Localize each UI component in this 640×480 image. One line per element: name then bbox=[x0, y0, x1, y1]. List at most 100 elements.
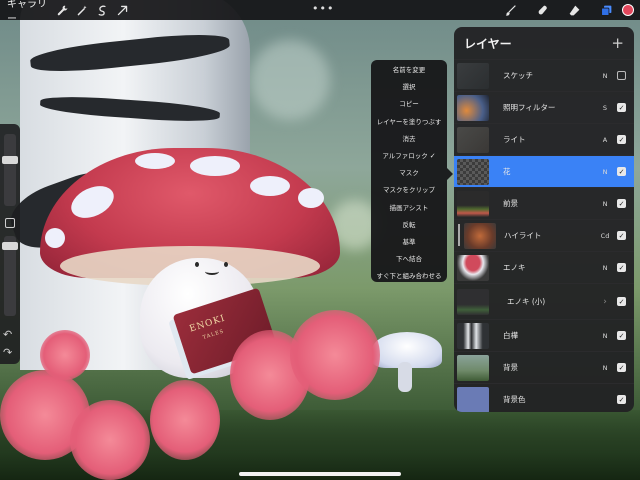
layers-header: レイヤー + bbox=[454, 27, 634, 59]
layer-thumbnail bbox=[457, 386, 489, 412]
cap-spot bbox=[45, 228, 65, 248]
brush-size-handle[interactable] bbox=[2, 156, 18, 164]
layer-group-row[interactable]: エノキ (小) › ✓ bbox=[454, 283, 634, 319]
opacity-handle[interactable] bbox=[2, 242, 18, 250]
layer-row[interactable]: 背景色 ✓ bbox=[454, 383, 634, 412]
cap-spot bbox=[66, 179, 119, 225]
visibility-checkbox[interactable]: ✓ bbox=[617, 103, 626, 112]
visibility-checkbox[interactable]: ✓ bbox=[617, 167, 626, 176]
menu-item-merge-down[interactable]: 下へ結合 bbox=[371, 251, 447, 268]
cap-spot bbox=[298, 188, 324, 208]
pink-flower bbox=[150, 380, 220, 460]
visibility-checkbox[interactable]: ✓ bbox=[617, 331, 626, 340]
blend-mode[interactable]: A bbox=[597, 136, 613, 144]
layer-row[interactable]: エノキ N ✓ bbox=[454, 251, 634, 283]
layer-thumbnail bbox=[457, 190, 489, 217]
menu-item-reference[interactable]: 基準 bbox=[371, 234, 447, 251]
cap-spot bbox=[190, 156, 240, 176]
visibility-checkbox[interactable]: ✓ bbox=[617, 363, 626, 372]
home-indicator[interactable] bbox=[239, 472, 401, 476]
pink-flower bbox=[40, 330, 90, 380]
layer-name: 背景色 bbox=[503, 395, 526, 404]
layer-name: エノキ (小) bbox=[507, 297, 546, 306]
layer-row[interactable]: 前景 N ✓ bbox=[454, 187, 634, 219]
chevron-right-icon[interactable]: › bbox=[597, 297, 613, 307]
blend-mode[interactable]: N bbox=[597, 72, 613, 80]
menu-item-copy[interactable]: コピー bbox=[371, 96, 447, 113]
layer-name: スケッチ bbox=[503, 71, 533, 80]
layer-thumbnail bbox=[457, 126, 489, 153]
redo-icon[interactable]: ↷ bbox=[3, 346, 12, 359]
color-picker-button[interactable] bbox=[622, 4, 634, 16]
layer-name: 白樺 bbox=[503, 331, 518, 340]
blend-mode[interactable]: N bbox=[597, 264, 613, 272]
magic-wand-icon[interactable] bbox=[72, 0, 92, 20]
layer-row[interactable]: 背景 N ✓ bbox=[454, 351, 634, 383]
blend-mode[interactable]: N bbox=[597, 364, 613, 372]
cap-spot bbox=[250, 176, 290, 196]
undo-icon[interactable]: ↶ bbox=[3, 328, 12, 341]
menu-item-clear[interactable]: 消去 bbox=[371, 131, 447, 148]
blend-mode[interactable]: Cd bbox=[597, 232, 613, 240]
layer-name: 花 bbox=[503, 167, 511, 176]
menu-item-invert[interactable]: 反転 bbox=[371, 217, 447, 234]
layer-row[interactable]: ライト A ✓ bbox=[454, 123, 634, 155]
pink-flower bbox=[70, 400, 150, 480]
blend-mode[interactable]: N bbox=[597, 168, 613, 176]
blend-mode[interactable]: S bbox=[597, 104, 613, 112]
visibility-checkbox[interactable]: ✓ bbox=[617, 297, 626, 306]
layer-row[interactable]: スケッチ N bbox=[454, 59, 634, 91]
menu-item-mask[interactable]: マスク bbox=[371, 165, 447, 182]
layers-title: レイヤー bbox=[464, 36, 512, 51]
layer-thumbnail bbox=[457, 94, 489, 121]
bokeh-light bbox=[250, 40, 330, 120]
visibility-checkbox[interactable]: ✓ bbox=[617, 199, 626, 208]
menu-item-alpha-lock[interactable]: アルファロック ✓ bbox=[371, 148, 447, 165]
birch-stripe bbox=[39, 93, 221, 125]
brush-icon[interactable] bbox=[494, 0, 526, 20]
blend-mode[interactable]: N bbox=[597, 200, 613, 208]
menu-item-drawing-assist[interactable]: 描画アシスト bbox=[371, 200, 447, 217]
layer-thumbnail bbox=[457, 354, 489, 381]
visibility-checkbox[interactable]: ✓ bbox=[617, 231, 626, 240]
layer-row[interactable]: 白樺 N ✓ bbox=[454, 319, 634, 351]
layer-name: ハイライト bbox=[504, 231, 542, 240]
eraser-icon[interactable] bbox=[558, 0, 590, 20]
modify-button[interactable] bbox=[5, 218, 15, 228]
visibility-checkbox[interactable]: ✓ bbox=[617, 135, 626, 144]
menu-item-combine-down[interactable]: すぐ下と組み合わせる bbox=[371, 268, 447, 285]
layer-name: 照明フィルター bbox=[503, 103, 556, 112]
top-toolbar: ギャラリー ••• bbox=[0, 0, 640, 25]
layer-thumbnail bbox=[457, 288, 489, 315]
layer-row[interactable]: 照明フィルター S ✓ bbox=[454, 91, 634, 123]
visibility-checkbox[interactable] bbox=[617, 71, 626, 80]
selection-icon[interactable] bbox=[92, 0, 112, 20]
smudge-icon[interactable] bbox=[526, 0, 558, 20]
visibility-checkbox[interactable]: ✓ bbox=[617, 263, 626, 272]
add-layer-icon[interactable]: + bbox=[611, 34, 624, 52]
blend-mode[interactable]: N bbox=[597, 332, 613, 340]
pink-flower bbox=[290, 310, 380, 400]
layer-thumbnail bbox=[457, 62, 489, 89]
wrench-icon[interactable] bbox=[52, 0, 72, 20]
check-icon: ✓ bbox=[429, 151, 436, 160]
layer-thumbnail bbox=[457, 322, 489, 349]
gallery-button[interactable]: ギャラリー bbox=[0, 0, 52, 25]
character-eye bbox=[224, 262, 228, 267]
menu-item-rename[interactable]: 名前を変更 bbox=[371, 62, 447, 79]
brush-size-slider[interactable] bbox=[4, 134, 16, 206]
menu-item-clipping-mask[interactable]: マスクをクリップ bbox=[371, 182, 447, 199]
transform-arrow-icon[interactable] bbox=[112, 0, 132, 20]
birch-stripe bbox=[29, 29, 231, 77]
character-eye bbox=[195, 262, 199, 267]
cap-spot bbox=[135, 153, 175, 169]
menu-item-fill-layer[interactable]: レイヤーを塗りつぶす bbox=[371, 114, 447, 131]
more-dots[interactable]: ••• bbox=[312, 2, 334, 15]
layer-thumbnail bbox=[457, 254, 489, 281]
visibility-checkbox[interactable]: ✓ bbox=[617, 395, 626, 404]
layer-row-selected[interactable]: 花 N ✓ bbox=[454, 155, 634, 187]
layers-icon[interactable] bbox=[590, 0, 622, 20]
menu-item-select[interactable]: 選択 bbox=[371, 79, 447, 96]
layer-name: ライト bbox=[503, 135, 526, 144]
layer-row[interactable]: ハイライト Cd ✓ bbox=[454, 219, 634, 251]
